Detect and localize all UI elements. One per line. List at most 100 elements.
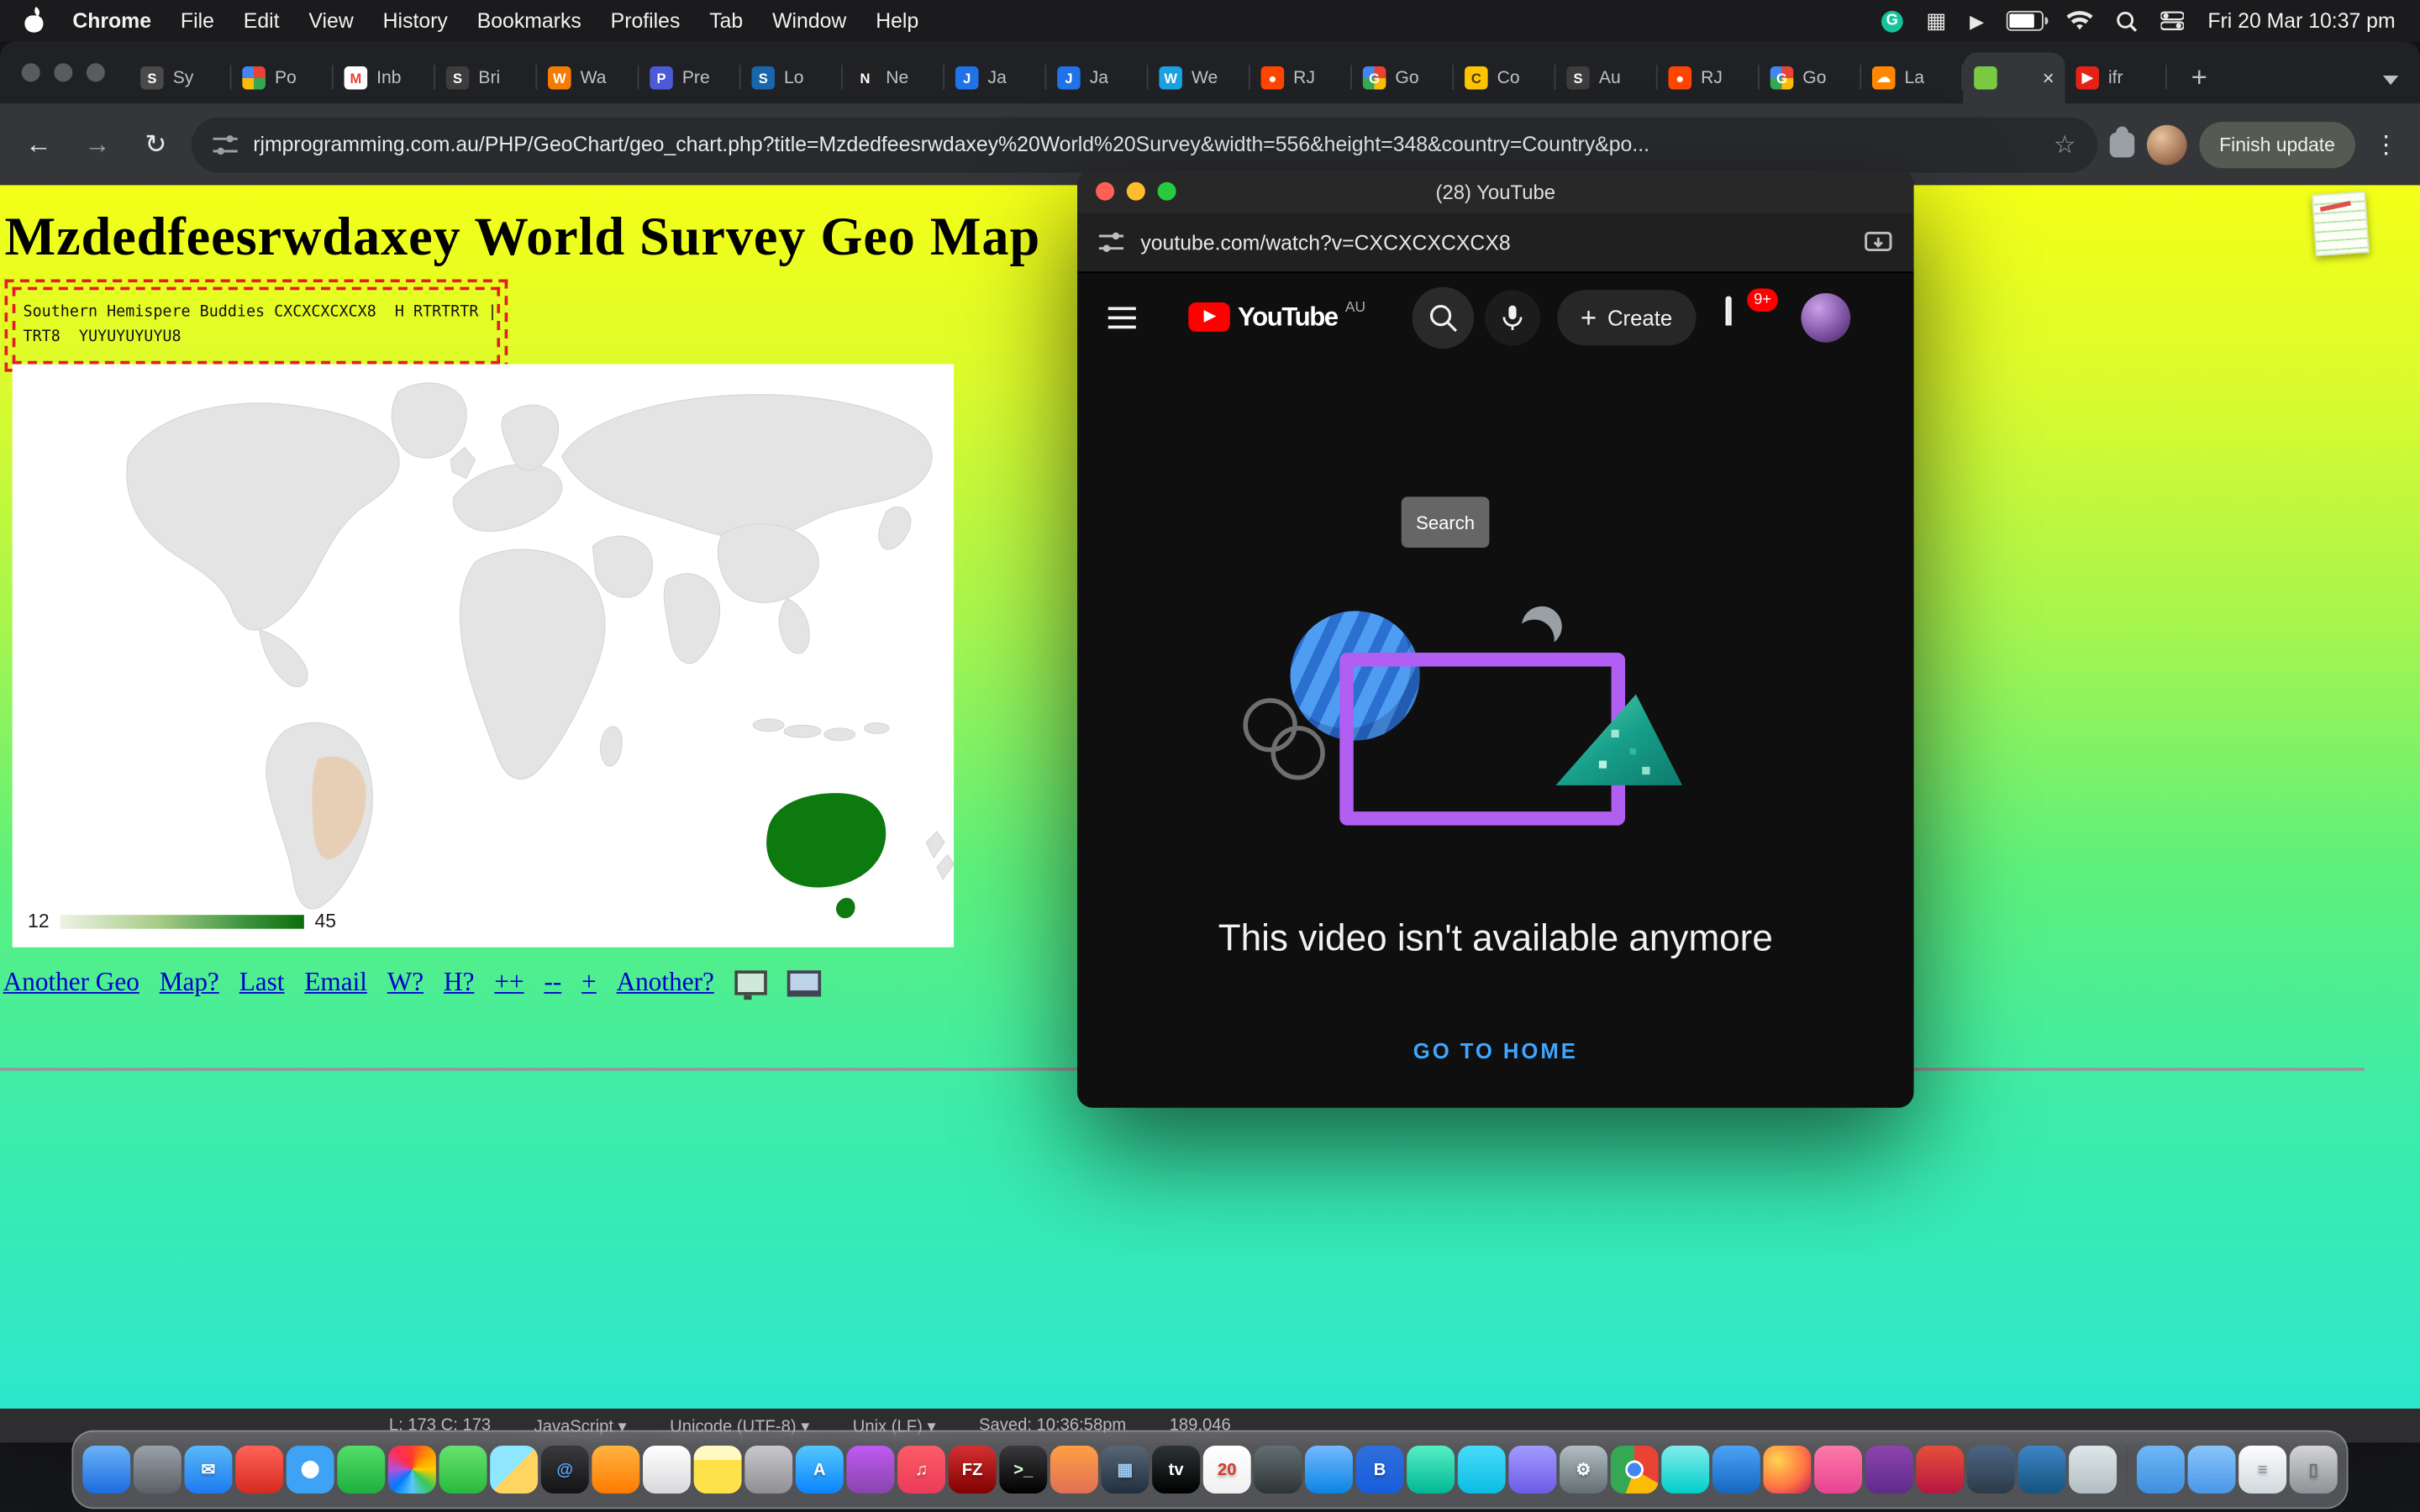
browser-tab[interactable]: ▶ ifr × bbox=[2065, 52, 2167, 103]
map-region-central-america[interactable] bbox=[260, 629, 308, 686]
page-link[interactable]: W? bbox=[387, 968, 424, 999]
dock-app-icon[interactable]: ♫ bbox=[897, 1446, 945, 1494]
dock-app-icon[interactable] bbox=[2069, 1446, 2117, 1494]
dock-app-icon[interactable]: ≡ bbox=[2238, 1446, 2286, 1494]
bookmark-star-icon[interactable]: ☆ bbox=[2054, 129, 2075, 160]
wifi-icon[interactable] bbox=[2067, 8, 2093, 33]
map-region-indonesia-2[interactable] bbox=[784, 725, 821, 738]
menubar-item[interactable]: History bbox=[383, 9, 448, 33]
site-settings-icon[interactable] bbox=[213, 134, 237, 155]
map-region-scandinavia[interactable] bbox=[502, 405, 558, 470]
menubar-item[interactable]: Window bbox=[772, 9, 846, 33]
page-link[interactable]: H? bbox=[444, 968, 474, 999]
dock-app-icon[interactable]: A bbox=[796, 1446, 844, 1494]
annotation-box[interactable]: Southern Hemispere Buddies CXCXCXCXCX8 H… bbox=[13, 287, 500, 365]
browser-tab[interactable]: M Inb × bbox=[334, 52, 435, 103]
desktop-icon[interactable] bbox=[734, 970, 767, 995]
world-geo-chart[interactable]: 12 45 bbox=[13, 364, 954, 947]
dock-app-icon[interactable] bbox=[1865, 1446, 1913, 1494]
go-to-home-button[interactable]: GO TO HOME bbox=[1386, 1023, 1606, 1079]
dock-app-icon[interactable] bbox=[1305, 1446, 1353, 1494]
browser-tab[interactable]: G Go × bbox=[1760, 52, 1861, 103]
dock-app-icon[interactable] bbox=[1814, 1446, 1862, 1494]
menubar-item[interactable]: Help bbox=[876, 9, 918, 33]
map-region-europe[interactable] bbox=[453, 465, 561, 532]
dock-app-icon[interactable]: ▯ bbox=[2290, 1446, 2338, 1494]
map-region-uk[interactable] bbox=[450, 448, 475, 479]
apple-menu-icon[interactable] bbox=[24, 9, 43, 33]
battery-icon[interactable] bbox=[2007, 8, 2044, 33]
dock-app-icon[interactable] bbox=[1050, 1446, 1098, 1494]
dock-app-icon[interactable]: B bbox=[1356, 1446, 1404, 1494]
browser-tab[interactable]: S Bri × bbox=[435, 52, 537, 103]
forward-button[interactable]: → bbox=[74, 121, 120, 167]
search-button[interactable] bbox=[1413, 287, 1474, 349]
spotlight-icon[interactable] bbox=[2117, 8, 2139, 33]
browser-tab[interactable]: W We × bbox=[1149, 52, 1250, 103]
page-link[interactable]: + bbox=[581, 968, 597, 999]
page-link[interactable]: -- bbox=[544, 968, 561, 999]
youtube-titlebar[interactable]: (28) YouTube bbox=[1077, 170, 1914, 213]
browser-tab[interactable]: S Sy × bbox=[129, 52, 231, 103]
dock-app-icon[interactable] bbox=[694, 1446, 742, 1494]
browser-tab[interactable]: G Go × bbox=[1352, 52, 1454, 103]
menubar-clock[interactable]: Fri 20 Mar 10:37 pm bbox=[2207, 9, 2395, 33]
dock-app-icon[interactable]: FZ bbox=[949, 1446, 997, 1494]
menubar-item[interactable]: Profiles bbox=[611, 9, 681, 33]
dock-app-icon[interactable] bbox=[1458, 1446, 1506, 1494]
map-region-china[interactable] bbox=[718, 524, 818, 603]
minimize-window-button[interactable] bbox=[54, 63, 72, 81]
close-window-button[interactable] bbox=[1096, 182, 1114, 201]
page-link[interactable]: Email bbox=[304, 968, 367, 999]
map-region-png[interactable] bbox=[865, 723, 889, 734]
page-link[interactable]: Another? bbox=[617, 968, 714, 999]
menubar-item[interactable]: View bbox=[308, 9, 353, 33]
address-bar[interactable]: rjmprogramming.com.au/PHP/GeoChart/geo_c… bbox=[192, 117, 2097, 172]
minimize-window-button[interactable] bbox=[1127, 182, 1145, 201]
control-center-icon[interactable] bbox=[2161, 8, 2185, 33]
back-button[interactable]: ← bbox=[15, 121, 61, 167]
map-region-tasmania[interactable] bbox=[836, 898, 855, 918]
menubar-app-name[interactable]: Chrome bbox=[72, 9, 151, 33]
browser-tab[interactable]: J Ja × bbox=[1046, 52, 1148, 103]
dock-app-icon[interactable] bbox=[1712, 1446, 1760, 1494]
dock-app-icon[interactable]: ▦ bbox=[1102, 1446, 1150, 1494]
browser-tab[interactable]: S Au × bbox=[1555, 52, 1657, 103]
dock-app-icon[interactable] bbox=[1254, 1446, 1302, 1494]
youtube-url-bar[interactable]: youtube.com/watch?v=CXCXCXCXCX8 bbox=[1077, 213, 1914, 273]
laptop-icon[interactable] bbox=[786, 969, 820, 995]
dock-app-icon[interactable] bbox=[1407, 1446, 1455, 1494]
dock-app-icon[interactable] bbox=[592, 1446, 639, 1494]
map-region-indochina[interactable] bbox=[779, 599, 809, 654]
map-region-north-america[interactable] bbox=[127, 403, 399, 630]
browser-tab[interactable]: × bbox=[1963, 52, 2065, 103]
browser-menu-icon[interactable]: ⋮ bbox=[2368, 129, 2405, 160]
map-region-india[interactable] bbox=[664, 574, 719, 664]
dock-app-icon[interactable]: >_ bbox=[999, 1446, 1047, 1494]
tab-close-icon[interactable]: × bbox=[2043, 66, 2054, 90]
create-button[interactable]: + Create bbox=[1557, 290, 1695, 345]
map-region-new-zealand[interactable] bbox=[926, 832, 954, 879]
dock-app-icon[interactable] bbox=[439, 1446, 487, 1494]
dock-app-icon[interactable] bbox=[134, 1446, 182, 1494]
map-region-madagascar[interactable] bbox=[600, 727, 622, 766]
voice-search-button[interactable] bbox=[1485, 290, 1540, 345]
dock-app-icon[interactable]: ✉ bbox=[184, 1446, 232, 1494]
dock-app-icon[interactable] bbox=[337, 1446, 385, 1494]
dock-app-icon[interactable] bbox=[1611, 1446, 1659, 1494]
open-in-browser-icon[interactable] bbox=[1865, 231, 1892, 255]
keyboard-icon[interactable]: ▦ bbox=[1926, 8, 1946, 33]
dock-app-icon[interactable] bbox=[643, 1446, 691, 1494]
page-link[interactable]: Last bbox=[239, 968, 285, 999]
zoom-window-button[interactable] bbox=[1158, 182, 1176, 201]
dock-app-icon[interactable] bbox=[1508, 1446, 1556, 1494]
dock-app-icon[interactable] bbox=[235, 1446, 283, 1494]
browser-tab[interactable]: J Ja × bbox=[944, 52, 1046, 103]
browser-tab[interactable]: N Ne × bbox=[843, 52, 944, 103]
dock-app-icon[interactable]: 20 bbox=[1203, 1446, 1251, 1494]
dock-app-icon[interactable] bbox=[1661, 1446, 1709, 1494]
browser-tab[interactable]: P Pre × bbox=[639, 52, 740, 103]
zoom-window-button[interactable] bbox=[87, 63, 105, 81]
menubar-item[interactable]: Bookmarks bbox=[477, 9, 581, 33]
dock-app-icon[interactable] bbox=[1916, 1446, 1964, 1494]
